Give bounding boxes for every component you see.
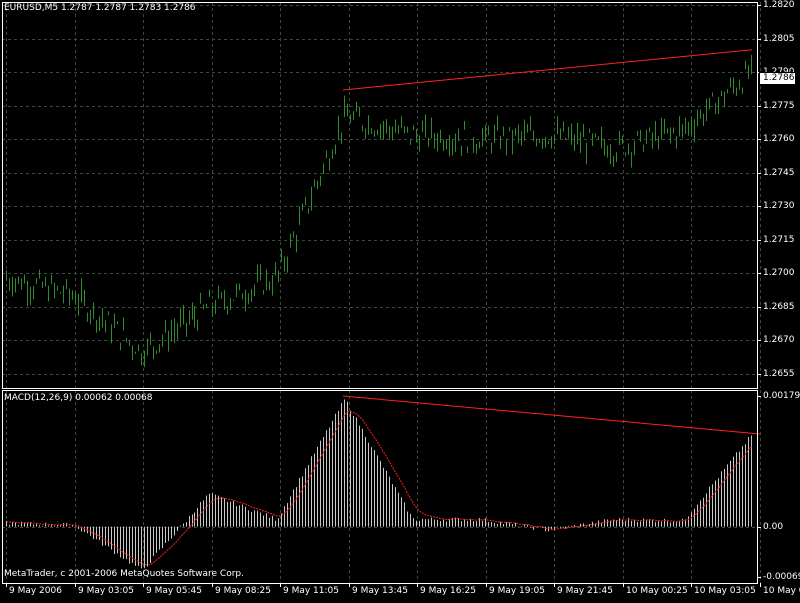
macd-signal-line: [6, 410, 752, 566]
symbol-header: EURUSD,M5 1.2787 1.2787 1.2783 1.2786: [4, 3, 196, 13]
price-axis-label: 1.2730: [763, 200, 795, 211]
price-axis-label: 1.2805: [763, 33, 795, 44]
time-axis-label: 9 May 11:05: [283, 586, 339, 596]
time-axis-label: 9 May 05:45: [146, 586, 202, 596]
trendlines[interactable]: [342, 49, 761, 435]
price-axis-label: 1.2760: [763, 133, 795, 144]
macd-trendline[interactable]: [342, 395, 761, 435]
copyright-text: MetaTrader, c 2001-2006 MetaQuotes Softw…: [4, 569, 244, 579]
macd-header: MACD(12,26,9) 0.00062 0.00068: [4, 393, 153, 403]
chart-frame: [2, 2, 761, 587]
price-axis-label: 1.2775: [763, 100, 795, 111]
time-axis-label: 9 May 21:45: [557, 586, 613, 596]
price-axis-label: 1.2685: [763, 301, 795, 312]
price-axis-label: 1.2745: [763, 167, 795, 178]
time-axis-label: 9 May 08:25: [215, 586, 271, 596]
macd-axis-label: 0.00179: [763, 390, 800, 401]
price-axis-label: 1.2700: [763, 267, 795, 278]
time-axis-label: 9 May 19:05: [489, 586, 545, 596]
price-trendline[interactable]: [342, 49, 753, 91]
current-price-tag: 1.2786: [759, 72, 796, 85]
macd-axis-label: -0.00069: [763, 571, 800, 582]
time-axis-label: 9 May 13:45: [352, 586, 408, 596]
price-axis-label: 1.2715: [763, 234, 795, 245]
price-axis-label: 1.2655: [763, 368, 795, 379]
macd-axis-label: 0.00: [763, 521, 784, 532]
time-axis-label: 9 May 2006: [9, 586, 62, 596]
chart-window[interactable]: EURUSD,M5 1.2787 1.2787 1.2783 1.2786 MA…: [0, 0, 800, 600]
chart-canvas[interactable]: [0, 0, 800, 600]
time-axis-label: 9 May 16:25: [420, 586, 476, 596]
price-axis-label: 1.2670: [763, 334, 795, 345]
chart-grid: [2, 2, 761, 583]
time-axis-label: 10 May 00:25: [626, 586, 688, 596]
time-axis-label: 10 May 03:05: [694, 586, 756, 596]
price-axis-label: 1.2820: [763, 0, 795, 10]
time-axis-label: 9 May 03:05: [78, 586, 134, 596]
time-axis-label: 10 May 05:45: [763, 586, 800, 596]
macd-histogram: [6, 399, 752, 569]
price-bars: [6, 54, 752, 368]
